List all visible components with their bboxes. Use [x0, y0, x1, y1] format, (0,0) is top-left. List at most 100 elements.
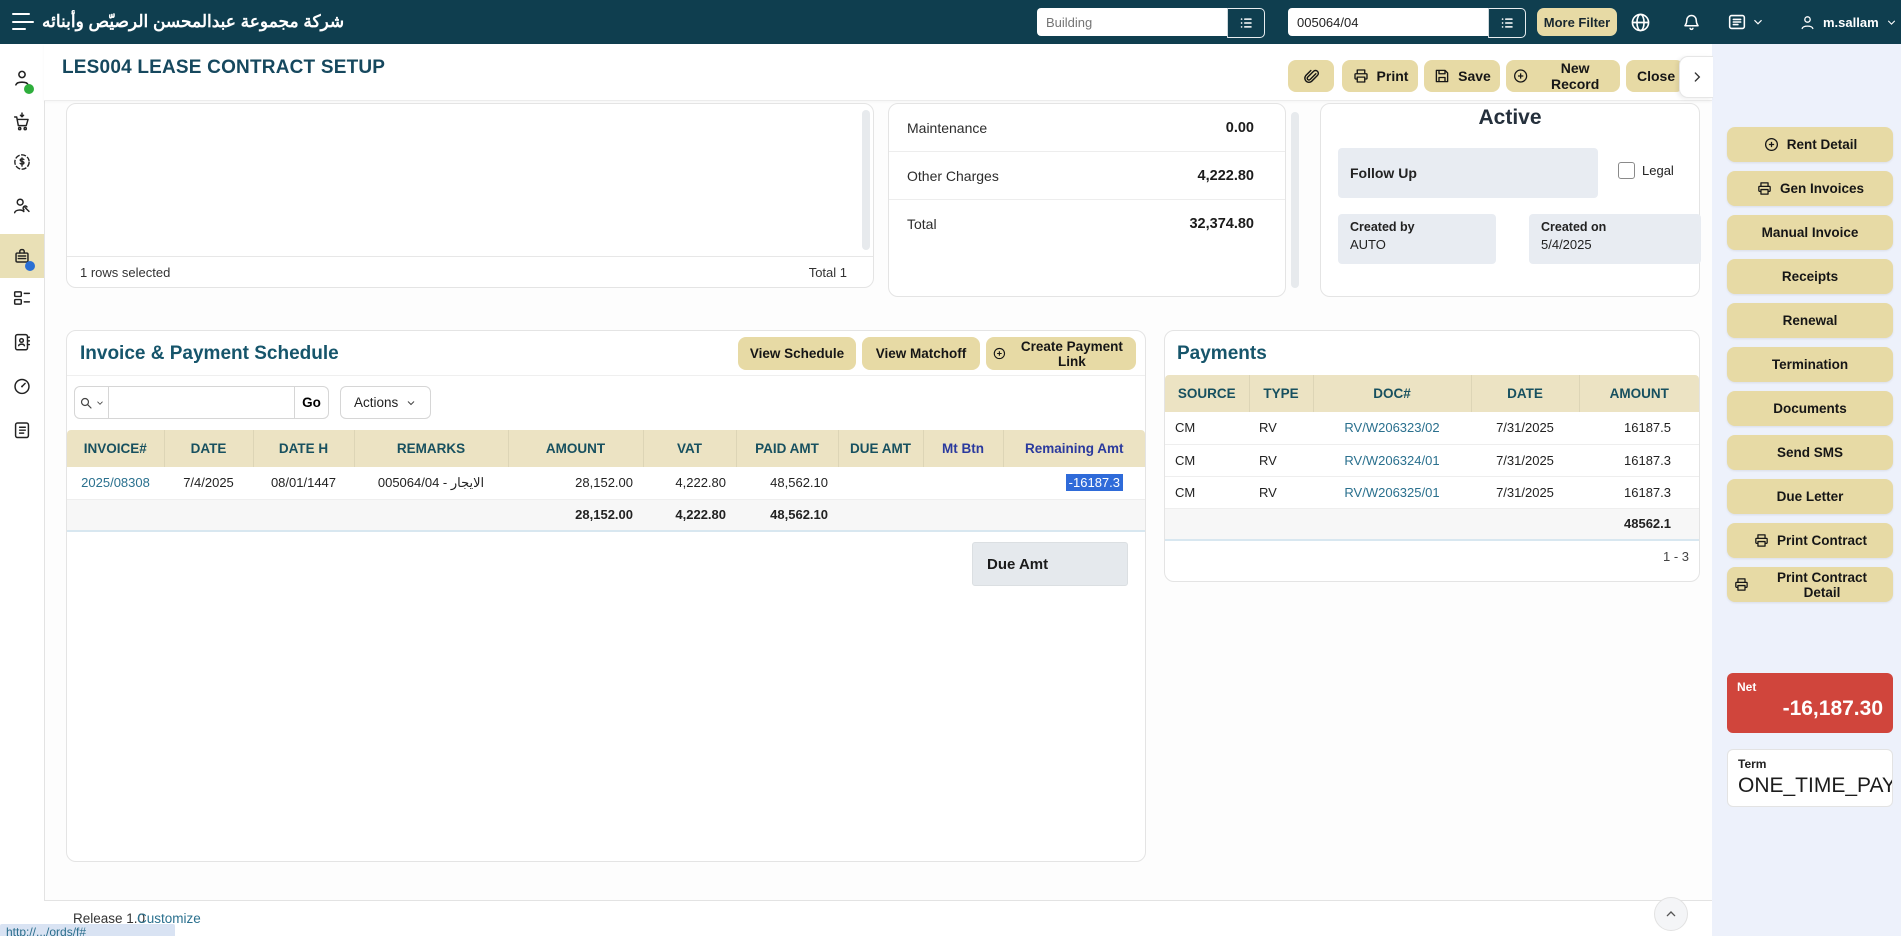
payment-doc-link[interactable]: RV/W206325/01	[1344, 485, 1439, 500]
search-go-button[interactable]: Go	[295, 386, 329, 419]
col-date[interactable]: DATE	[164, 430, 253, 467]
totals-amount: 28,152.00	[508, 499, 643, 531]
col-vat[interactable]: VAT	[643, 430, 736, 467]
remaining-amt-selected-cell[interactable]: -16187.3	[1066, 474, 1123, 491]
col-date-h[interactable]: DATE H	[253, 430, 354, 467]
col-invoice[interactable]: INVOICE#	[67, 430, 164, 467]
rent-detail-button[interactable]: Rent Detail	[1727, 127, 1893, 162]
manual-invoice-button[interactable]: Manual Invoice	[1727, 215, 1893, 250]
printer-icon	[1753, 532, 1770, 549]
plus-circle-icon	[1512, 67, 1529, 85]
attach-button[interactable]	[1288, 60, 1334, 92]
search-options-button[interactable]	[74, 386, 109, 419]
receipts-button[interactable]: Receipts	[1727, 259, 1893, 294]
schedule-search-input[interactable]	[109, 386, 295, 419]
legal-checkbox-group: Legal	[1618, 162, 1674, 179]
building-list-button[interactable]	[1227, 8, 1265, 38]
scroll-to-top-button[interactable]	[1654, 897, 1688, 931]
invoice-number-link[interactable]: 2025/08308	[81, 475, 150, 490]
col-remaining-amt[interactable]: Remaining Amt	[1003, 430, 1145, 467]
online-status-dot	[24, 84, 34, 94]
col-source[interactable]: SOURCE	[1165, 375, 1249, 412]
payment-doc-link[interactable]: RV/W206323/02	[1344, 420, 1439, 435]
floppy-icon	[1433, 67, 1451, 85]
user-menu[interactable]: m.sallam	[1798, 0, 1898, 44]
invoice-row: 2025/08308 7/4/2025 08/01/1447 الايجار -…	[67, 467, 1145, 499]
payment-row: CM RV RV/W206324/01 7/31/2025 16187.3	[1165, 444, 1699, 476]
col-amount[interactable]: AMOUNT	[508, 430, 643, 467]
invoice-vat: 4,222.80	[643, 467, 736, 499]
legal-label: Legal	[1642, 163, 1674, 178]
col-remarks[interactable]: REMARKS	[354, 430, 508, 467]
chevron-down-icon	[95, 398, 105, 408]
hamburger-menu-icon[interactable]	[12, 13, 34, 30]
legal-checkbox[interactable]	[1618, 162, 1635, 179]
sidebar-item-reports[interactable]	[0, 410, 44, 450]
renewal-button[interactable]: Renewal	[1727, 303, 1893, 338]
invoice-schedule-title: Invoice & Payment Schedule	[80, 343, 339, 365]
sidebar-item-finance[interactable]	[0, 142, 44, 182]
building-search-input[interactable]	[1037, 8, 1227, 36]
sidebar-item-modules[interactable]	[0, 278, 44, 318]
search-icon	[78, 395, 94, 411]
close-button[interactable]: Close	[1626, 60, 1684, 92]
follow-up-field[interactable]: Follow Up	[1338, 148, 1598, 198]
record-search-input[interactable]	[1288, 8, 1488, 36]
print-contract-detail-button[interactable]: Print Contract Detail	[1727, 567, 1893, 602]
contract-lines-card: 1 rows selected Total 1	[66, 103, 874, 288]
printer-icon	[1756, 180, 1773, 197]
col-pay-amount[interactable]: AMOUNT	[1579, 375, 1699, 412]
print-button[interactable]: Print	[1342, 60, 1418, 92]
print-contract-button[interactable]: Print Contract	[1727, 523, 1893, 558]
chevron-down-icon	[405, 397, 417, 409]
other-charges-value: 4,222.80	[1198, 168, 1254, 184]
col-pay-date[interactable]: DATE	[1471, 375, 1579, 412]
termination-button[interactable]: Termination	[1727, 347, 1893, 382]
col-type[interactable]: TYPE	[1249, 375, 1313, 412]
gen-invoices-button[interactable]: Gen Invoices	[1727, 171, 1893, 206]
sidebar-item-procurement[interactable]	[0, 102, 44, 142]
sidebar-item-dashboard[interactable]	[0, 366, 44, 406]
charges-scrollbar[interactable]	[1291, 112, 1299, 288]
payment-doc-link[interactable]: RV/W206324/01	[1344, 453, 1439, 468]
app-switcher-menu[interactable]	[1726, 11, 1765, 33]
record-list-button[interactable]	[1488, 8, 1526, 38]
invoice-date-h: 08/01/1447	[253, 467, 354, 499]
maintenance-value: 0.00	[1226, 120, 1254, 136]
col-mt-btn[interactable]: Mt Btn	[923, 430, 1003, 467]
sidebar-item-contacts[interactable]	[0, 322, 44, 362]
globe-icon[interactable]	[1629, 11, 1652, 34]
col-paid-amt[interactable]: PAID AMT	[736, 430, 838, 467]
save-button[interactable]: Save	[1424, 60, 1500, 92]
notifications-bell-icon[interactable]	[1681, 12, 1702, 33]
col-due-amt[interactable]: DUE AMT	[838, 430, 923, 467]
payments-pagination-row: 1 - 3	[1165, 540, 1699, 572]
view-schedule-button[interactable]: View Schedule	[738, 337, 856, 370]
documents-button[interactable]: Documents	[1727, 391, 1893, 426]
sidebar-item-services[interactable]	[0, 186, 44, 226]
invoice-amount: 28,152.00	[508, 467, 643, 499]
vertical-scrollbar[interactable]	[862, 110, 870, 250]
create-payment-link-button[interactable]: Create Payment Link	[986, 337, 1136, 370]
rows-total-text: Total 1	[809, 265, 847, 280]
printer-icon	[1352, 67, 1370, 85]
more-filter-button[interactable]: More Filter	[1537, 8, 1617, 36]
new-record-button[interactable]: New Record	[1506, 60, 1620, 92]
sidebar-item-user[interactable]	[0, 58, 44, 98]
actions-menu-button[interactable]: Actions	[340, 386, 431, 419]
chevron-up-icon	[1663, 906, 1679, 922]
status-url-tooltip: http://.../ords/f#	[0, 924, 175, 936]
top-bar: شركة مجموعة عبدالمحسن الرصيّص وأبنائه Mo…	[0, 0, 1901, 44]
sidebar-item-property-active[interactable]	[0, 234, 44, 278]
due-letter-button[interactable]: Due Letter	[1727, 479, 1893, 514]
send-sms-button[interactable]: Send SMS	[1727, 435, 1893, 470]
active-module-dot	[25, 261, 35, 271]
view-matchoff-button[interactable]: View Matchoff	[862, 337, 980, 370]
expand-panel-button[interactable]	[1679, 56, 1713, 98]
panel-list-icon	[1726, 11, 1748, 33]
pagination-text: 1 - 3	[1165, 540, 1699, 572]
chevron-right-icon	[1689, 69, 1705, 85]
invoice-remarks: الايجار - 005064/04	[354, 467, 508, 499]
col-doc[interactable]: DOC#	[1313, 375, 1471, 412]
status-card: Active Follow Up Legal Created by AUTO C…	[1320, 103, 1700, 297]
